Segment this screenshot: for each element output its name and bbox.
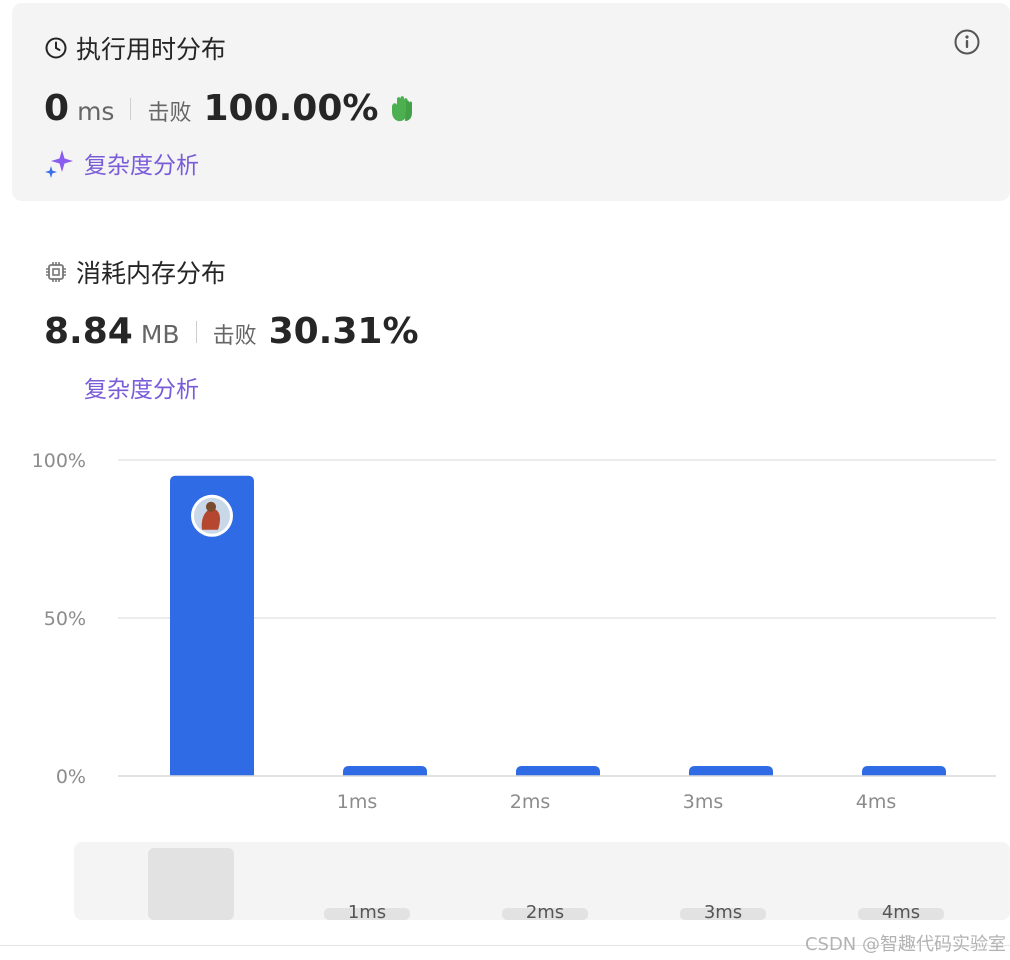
overview-label: 4ms (882, 902, 920, 920)
sparkle-icon (45, 150, 73, 178)
y-tick-label: 0% (56, 766, 86, 788)
watermark: CSDN @智趣代码实验室 (804, 934, 1006, 955)
x-tick-label: 1ms (337, 791, 378, 813)
runtime-header: 执行用时分布 (44, 30, 226, 66)
chip-icon (46, 262, 66, 282)
runtime-beat-label: 击败 (147, 101, 192, 126)
memory-analysis-link[interactable]: 复杂度分析 (84, 370, 199, 404)
runtime-stat: 0 ms 击败 100.00% (44, 88, 418, 129)
x-tick-label: 3ms (683, 791, 724, 813)
waving-hands-icon (392, 95, 413, 121)
memory-stat: 8.84 MB 击败 30.31% (44, 311, 419, 352)
runtime-value: 0 (44, 88, 70, 129)
avatar-head (206, 501, 216, 512)
runtime-unit: ms (77, 97, 115, 126)
y-tick-label: 100% (32, 450, 86, 472)
memory-beat-label: 击败 (212, 324, 257, 349)
overview-label: 3ms (704, 902, 742, 920)
clock-icon (45, 37, 67, 59)
memory-title: 消耗内存分布 (76, 259, 227, 288)
memory-unit: MB (140, 320, 180, 349)
bar (689, 766, 773, 776)
overview-label: 2ms (526, 902, 564, 920)
divider (130, 97, 132, 120)
x-tick-label: 4ms (856, 791, 897, 813)
memory-value: 8.84 (44, 311, 133, 352)
memory-header: 消耗内存分布 (44, 254, 226, 290)
memory-beat-value: 30.31% (268, 311, 419, 352)
chart-overview[interactable]: 1ms 2ms 3ms 4ms (74, 842, 1010, 920)
runtime-analysis-link[interactable]: 复杂度分析 (44, 146, 199, 180)
runtime-beat-value: 100.00% (203, 88, 379, 129)
distribution-chart: 0% 50% 100% 1ms 2ms 3ms 4ms (32, 450, 996, 813)
overview-plot: 1ms 2ms 3ms 4ms (148, 848, 944, 920)
bar (516, 766, 600, 776)
bar (343, 766, 427, 776)
runtime-title: 执行用时分布 (76, 35, 227, 64)
bar (862, 766, 946, 776)
y-tick-label: 50% (44, 608, 86, 630)
divider (195, 320, 197, 343)
memory-analysis-label: 复杂度分析 (84, 377, 199, 403)
overview-highlight-bar (148, 848, 234, 920)
runtime-analysis-label: 复杂度分析 (84, 153, 199, 179)
overview-label: 1ms (348, 902, 386, 920)
info-icon[interactable] (954, 29, 980, 55)
x-tick-label: 2ms (510, 791, 551, 813)
